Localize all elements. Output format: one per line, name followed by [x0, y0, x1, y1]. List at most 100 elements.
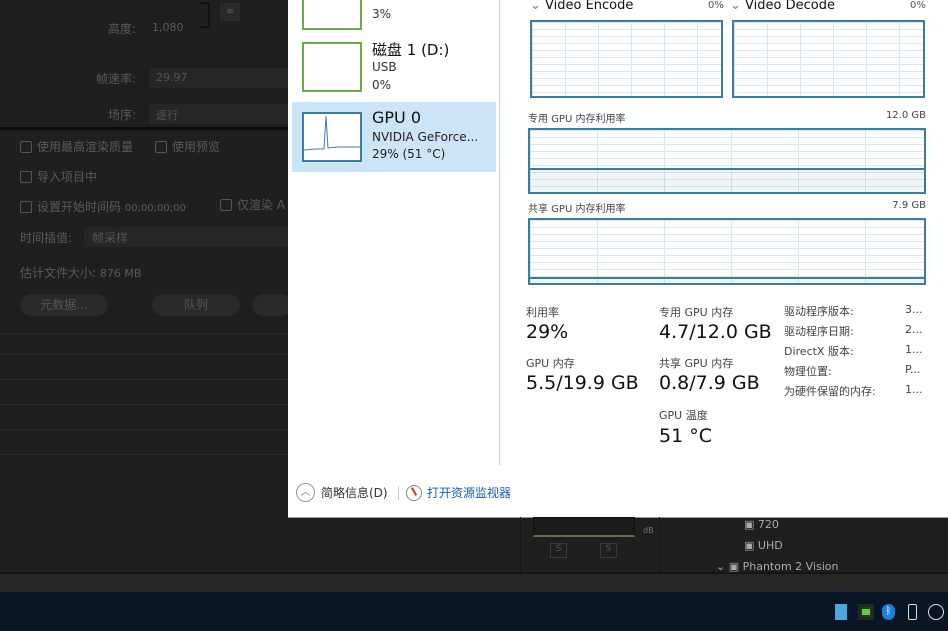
video-decode-title[interactable]: ⌄ Video Decode	[730, 0, 835, 13]
shared-mem-stat-label: 共享 GPU 内存	[659, 357, 734, 370]
checkbox-use-preview[interactable]: 使用预览	[155, 138, 220, 155]
info-key: 驱动程序日期:	[784, 325, 854, 338]
queue-button[interactable]: 队列	[152, 294, 240, 316]
shared-mem-value: 0.8/7.9 GB	[659, 372, 760, 394]
status-bar	[0, 572, 948, 592]
device-sub: USB	[372, 60, 397, 74]
tree-item[interactable]: ▣ 720	[744, 518, 779, 531]
network-globe-icon[interactable]	[928, 604, 944, 620]
video-decode-value: 0%	[910, 0, 926, 11]
filesize-label: 估计文件大小: 876 MB	[20, 266, 142, 280]
row-divider	[0, 404, 288, 405]
project-tree: ▣ 720 ▣ UHD ⌄ ▣ Phantom 2 Vision	[672, 517, 948, 573]
temp-label: GPU 温度	[659, 409, 708, 422]
gpu-mem-value: 5.5/19.9 GB	[526, 372, 639, 394]
row-divider	[0, 354, 288, 355]
info-row: 驱动程序日期: 2...	[784, 323, 944, 343]
disk-thumbnail	[302, 0, 362, 30]
field-order-label: 场序:	[108, 108, 137, 122]
chevron-up-icon: ︿	[296, 483, 315, 502]
solo-button[interactable]: S	[600, 543, 617, 558]
folder-icon: ▣	[744, 539, 758, 552]
info-value: 1...	[905, 383, 923, 396]
info-value: 3...	[905, 303, 923, 316]
device-value: 29% (51 °C)	[372, 147, 446, 161]
device-value: 3%	[372, 7, 392, 21]
framerate-field[interactable]: 29.97	[150, 68, 288, 88]
info-row: 驱动程序版本: 3...	[784, 303, 944, 323]
link-icon[interactable]: ∞	[220, 3, 240, 21]
video-encode-graph	[530, 20, 723, 98]
open-resource-monitor-link[interactable]: 打开资源监视器	[406, 484, 511, 501]
fewer-details-button[interactable]: ︿ 简略信息(D)	[296, 483, 388, 502]
device-value: 0%	[372, 78, 392, 92]
info-row: DirectX 版本: 1...	[784, 343, 944, 363]
resource-monitor-icon	[406, 484, 422, 501]
shared-mem-max: 7.9 GB	[892, 200, 926, 211]
shared-mem-graph	[528, 218, 926, 285]
export-button[interactable]	[252, 294, 292, 316]
video-encode-title[interactable]: ⌄ Video Encode	[530, 0, 633, 13]
taskbar	[0, 592, 948, 631]
tree-item[interactable]: ▣ UHD	[744, 539, 783, 552]
dedicated-mem-label: 专用 GPU 内存利用率	[528, 114, 626, 125]
row-divider	[0, 379, 288, 380]
checkbox-max-quality[interactable]: 使用最高渲染质量	[20, 138, 133, 155]
folder-icon: ▣	[744, 518, 758, 531]
row-divider	[0, 429, 288, 430]
pane-separator	[499, 0, 500, 465]
info-key: DirectX 版本:	[784, 345, 854, 358]
info-key: 物理位置:	[784, 365, 832, 378]
left-settings-panel: ∞ 高度: 1,080 帧速率: 29.97 场序: 逐行 使用最高渲染质量 使…	[0, 0, 292, 517]
info-value: P...	[905, 363, 921, 376]
checkbox-import[interactable]: 导入项目中	[20, 168, 97, 185]
device-item-gpu0[interactable]: GPU 0 NVIDIA GeForce... 29% (51 °C)	[292, 102, 496, 172]
field-order-field[interactable]: 逐行	[150, 104, 288, 124]
gpu-thumbnail	[302, 112, 362, 162]
info-value: 2...	[905, 323, 923, 336]
info-key: 为硬件保留的内存:	[784, 385, 876, 398]
fewer-details-label: 简略信息(D)	[321, 486, 388, 500]
shared-mem-fill	[530, 276, 924, 283]
tablet-icon[interactable]	[835, 604, 847, 620]
device-sub: NVIDIA GeForce...	[372, 130, 479, 144]
ded-mem-label: 专用 GPU 内存	[659, 306, 734, 319]
metadata-button[interactable]: 元数据...	[20, 294, 108, 316]
db-label: dB	[643, 526, 654, 535]
solo-button[interactable]: S	[550, 543, 567, 558]
checkbox-timecode[interactable]: 设置开始时间码 00;00;00;00	[20, 198, 186, 215]
temp-value: 51 °C	[659, 425, 712, 447]
link-bracket	[200, 2, 210, 28]
task-manager-window: 3% 磁盘 1 (D:) USB 0% GPU 0 NVIDIA GeForce…	[288, 0, 948, 518]
device-name: 磁盘 1 (D:)	[372, 41, 450, 59]
info-row: 物理位置: P...	[784, 363, 944, 383]
util-value: 29%	[526, 321, 569, 343]
footer-separator	[398, 486, 399, 500]
ded-mem-value: 4.7/12.0 GB	[659, 321, 772, 343]
gpu-info-list: 驱动程序版本: 3... 驱动程序日期: 2... DirectX 版本: 1... …	[784, 303, 944, 403]
info-row: 为硬件保留的内存: 1...	[784, 383, 944, 403]
util-label: 利用率	[526, 306, 559, 319]
interp-label: 时间插值:	[20, 231, 73, 245]
height-value[interactable]: 1,080	[152, 21, 184, 34]
nvidia-icon[interactable]	[858, 604, 874, 620]
audio-meter	[533, 517, 635, 537]
video-decode-graph	[732, 20, 925, 98]
dedicated-mem-graph	[528, 128, 926, 194]
gpu-sparkline	[303, 115, 360, 151]
gpu-mem-label: GPU 内存	[526, 357, 575, 370]
info-value: 1...	[905, 343, 923, 356]
interp-dropdown[interactable]: 帧采样	[84, 227, 288, 247]
device-item-disk0[interactable]: 3%	[288, 0, 496, 30]
usb-drive-icon[interactable]	[908, 604, 917, 620]
checkbox-render-only[interactable]: 仅渲染 A	[220, 196, 285, 213]
row-divider	[0, 333, 288, 334]
disk-thumbnail	[302, 42, 362, 92]
device-item-disk1[interactable]: 磁盘 1 (D:) USB 0%	[288, 36, 496, 96]
bluetooth-icon[interactable]: ᛒ	[882, 604, 895, 620]
framerate-label: 帧速率:	[96, 72, 137, 86]
dedicated-mem-max: 12.0 GB	[885, 110, 926, 121]
open-resource-monitor-label: 打开资源监视器	[427, 486, 512, 500]
audio-meter-panel: dB S S	[520, 517, 660, 572]
row-divider	[0, 454, 288, 455]
